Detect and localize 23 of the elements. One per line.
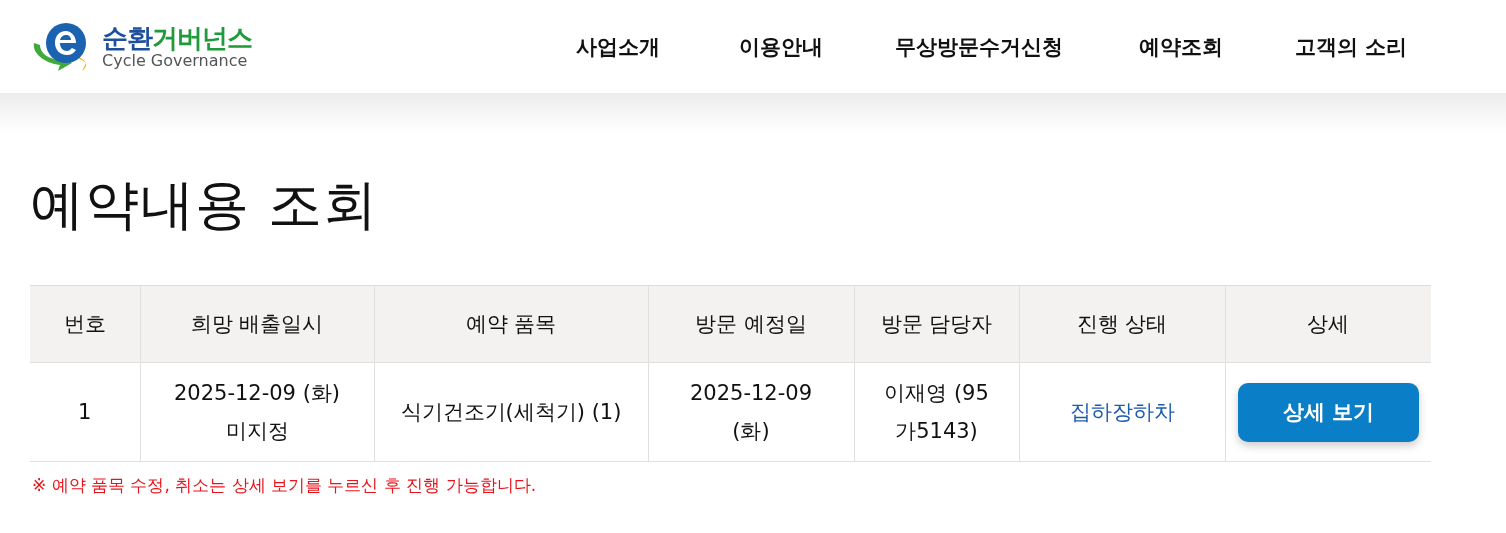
status-cell: 집하장하차 <box>1019 362 1225 462</box>
page-title: 예약내용 조회 <box>30 172 380 238</box>
column-header: 방문 담당자 <box>854 285 1019 363</box>
nav-link[interactable]: 무상방문수거신청 <box>887 32 1071 61</box>
table-cell: 이재영 (95 가5143) <box>854 362 1019 462</box>
nav-link[interactable]: 이용안내 <box>731 32 831 61</box>
detail-button[interactable]: 상세 보기 <box>1237 382 1419 442</box>
logo-title: 순환거버넌스 <box>102 23 252 52</box>
column-header: 진행 상태 <box>1019 285 1225 363</box>
notice-text: ※ 예약 품목 수정, 취소는 상세 보기를 누르신 후 진행 가능합니다. <box>32 474 538 497</box>
table-cell: 1 <box>30 362 140 462</box>
column-header: 상세 <box>1225 285 1431 363</box>
column-header: 예약 품목 <box>374 285 648 363</box>
nav-link[interactable]: 고객의 소리 <box>1286 32 1416 61</box>
nav-link[interactable]: 예약조회 <box>1131 32 1231 61</box>
table-cell: 2025-12-09 (화) 미지정 <box>140 362 374 462</box>
column-header: 번호 <box>30 285 140 363</box>
column-header: 방문 예정일 <box>648 285 854 363</box>
table-cell: 식기건조기(세척기) (1) <box>374 362 648 462</box>
nav-link[interactable]: 사업소개 <box>567 32 668 61</box>
table-cell: 2025-12-09 (화) <box>648 362 854 462</box>
logo-subtitle: Cycle Governance <box>102 51 248 70</box>
column-header: 희망 배출일시 <box>140 285 374 363</box>
